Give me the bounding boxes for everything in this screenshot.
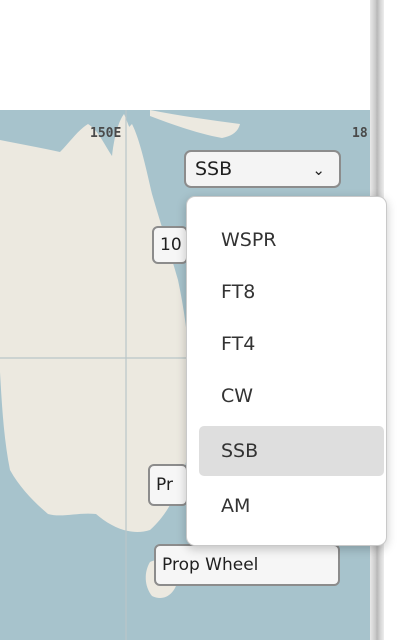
map-top-area	[0, 0, 370, 110]
mode-select-value: SSB	[195, 158, 233, 180]
longitude-label-150e: 150E	[90, 126, 122, 141]
map-chip-top-label: 10	[160, 235, 182, 255]
mode-option-cw[interactable]: CW	[199, 371, 384, 421]
mode-option-am[interactable]: AM	[199, 481, 384, 531]
mode-dropdown: WSPR FT8 FT4 CW SSB AM	[186, 196, 387, 546]
mode-option-wspr[interactable]: WSPR	[199, 215, 384, 265]
mode-option-ft4[interactable]: FT4	[199, 319, 384, 369]
side-panel	[384, 0, 416, 640]
longitude-label-180: 18	[352, 126, 368, 141]
prop-wheel-label: Prop Wheel	[162, 555, 259, 575]
prop-wheel-button[interactable]: Prop Wheel	[154, 544, 340, 586]
mode-select[interactable]: SSB ⌄	[184, 150, 341, 188]
map-chip-middle[interactable]: Pr	[148, 464, 188, 506]
map-chip-top[interactable]: 10	[152, 226, 188, 264]
landmass-new-guinea	[150, 110, 240, 138]
mode-option-ssb[interactable]: SSB	[199, 426, 384, 476]
chevron-down-icon[interactable]: ⌄	[312, 161, 325, 179]
map-chip-middle-label: Pr	[156, 475, 173, 495]
mode-option-ft8[interactable]: FT8	[199, 267, 384, 317]
